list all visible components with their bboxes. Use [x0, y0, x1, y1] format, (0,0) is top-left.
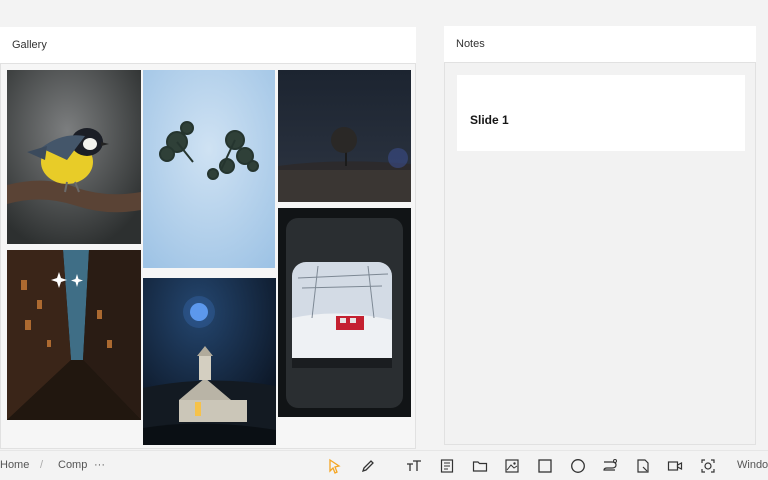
breadcrumb-more[interactable]: ···	[94, 459, 105, 471]
slide-title: Slide 1	[470, 113, 509, 127]
gallery-panel-header: Gallery	[0, 27, 416, 63]
window-menu[interactable]: Window	[737, 459, 768, 471]
gallery-panel	[0, 63, 416, 449]
ellipse-tool[interactable]	[569, 457, 587, 475]
image-icon	[505, 459, 519, 473]
gallery-photo-winter-plants[interactable]	[143, 70, 275, 268]
slide-card[interactable]: Slide 1	[457, 75, 745, 151]
gallery-photo-night-tree[interactable]	[278, 70, 411, 202]
notes-panel: Slide 1	[444, 62, 756, 445]
pen-tool[interactable]	[359, 457, 377, 475]
gallery-photo-train[interactable]	[278, 208, 411, 417]
gallery-title: Gallery	[12, 39, 47, 51]
note-tool[interactable]	[438, 457, 456, 475]
bottom-toolbar: Home / Comp ··· Window	[0, 450, 768, 480]
text-tool[interactable]	[405, 457, 423, 475]
folder-icon	[472, 461, 488, 472]
cursor-icon	[329, 458, 341, 474]
gallery-photo-alley[interactable]	[7, 250, 141, 420]
breadcrumb-home[interactable]: Home	[0, 459, 29, 471]
text-size-icon	[407, 460, 421, 471]
breadcrumb-comp[interactable]: Comp	[58, 459, 87, 471]
folder-tool[interactable]	[471, 457, 489, 475]
rectangle-tool[interactable]	[536, 457, 554, 475]
breadcrumb-separator: /	[40, 459, 44, 471]
image-tool[interactable]	[503, 457, 521, 475]
document-icon	[440, 459, 454, 473]
pencil-icon	[361, 460, 374, 473]
select-cursor-tool[interactable]	[326, 457, 344, 475]
connector-icon	[603, 459, 617, 471]
notes-title: Notes	[456, 38, 485, 50]
gallery-photo-bird[interactable]	[7, 70, 141, 244]
file-link-icon	[637, 459, 649, 473]
connector-tool[interactable]	[601, 457, 619, 475]
capture-icon	[701, 459, 715, 473]
gallery-photo-church[interactable]	[143, 278, 276, 445]
capture-tool[interactable]	[699, 457, 717, 475]
video-icon	[667, 461, 683, 471]
circle-icon	[571, 459, 585, 473]
notes-panel-header: Notes	[444, 26, 756, 62]
square-icon	[538, 459, 552, 473]
video-tool[interactable]	[666, 457, 684, 475]
file-tool[interactable]	[634, 457, 652, 475]
